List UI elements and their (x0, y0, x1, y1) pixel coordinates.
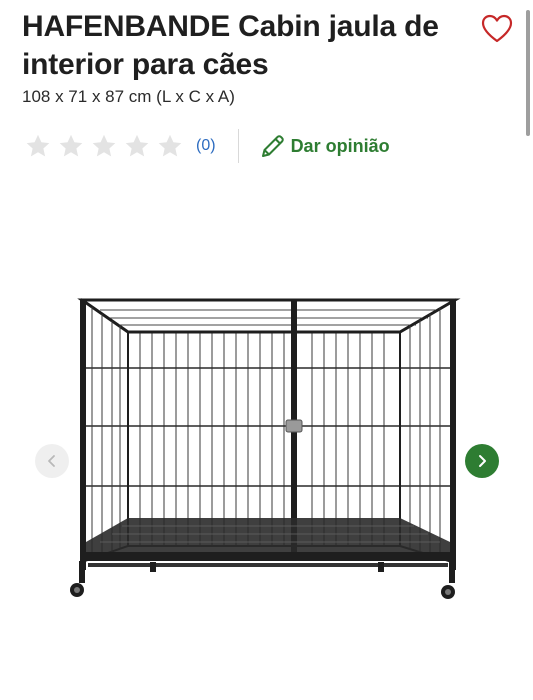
review-count-link[interactable]: (0) (196, 137, 216, 155)
star-icon (59, 134, 83, 157)
chevron-left-icon (48, 455, 55, 467)
chevron-right-icon (479, 455, 486, 467)
divider (237, 129, 239, 163)
product-dimensions: 108 x 71 x 87 cm (L x C x A) (22, 87, 235, 106)
gallery-prev-button[interactable] (35, 444, 69, 478)
rating-row: (0) Dar opinião (24, 128, 390, 164)
write-review-button[interactable]: Dar opinião (259, 132, 390, 160)
product-title: HAFENBANDE Cabin jaula de interior para … (22, 10, 439, 81)
heart-outline-icon (481, 14, 513, 43)
favorite-button[interactable] (478, 10, 516, 48)
scrollbar[interactable] (526, 10, 530, 136)
star-icon (26, 134, 50, 157)
write-review-label: Dar opinião (290, 135, 390, 156)
image-gallery (0, 280, 533, 620)
star-rating (24, 132, 184, 160)
pencil-icon (261, 135, 284, 157)
gallery-next-button[interactable] (465, 444, 499, 478)
dog-crate-image (70, 298, 461, 599)
product-page: HAFENBANDE Cabin jaula de interior para … (0, 0, 533, 700)
star-icon (92, 134, 116, 157)
star-icon (125, 134, 149, 157)
star-icon (158, 134, 182, 157)
